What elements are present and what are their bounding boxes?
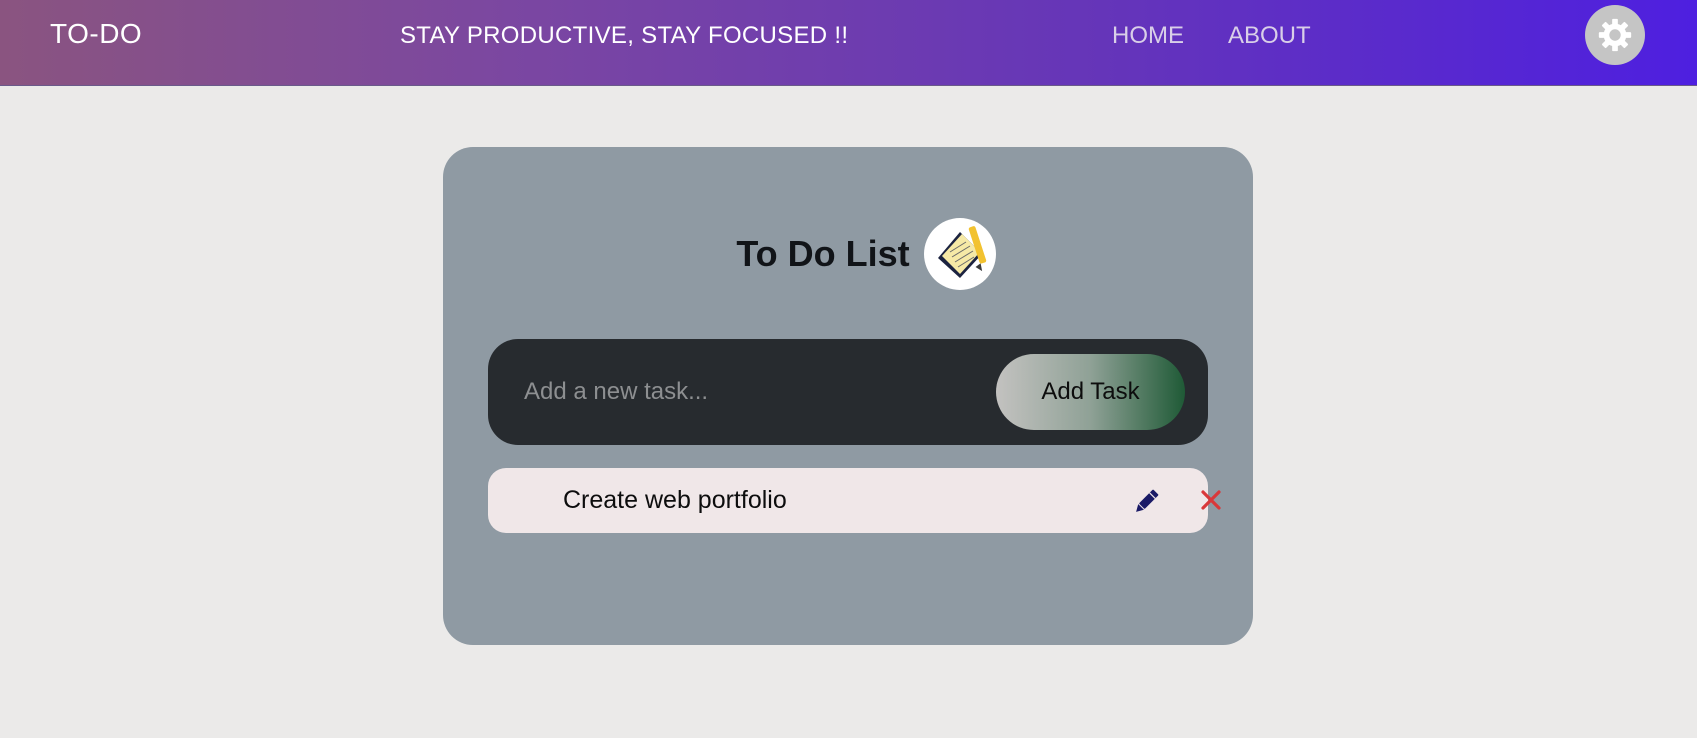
- page-title: To Do List: [736, 233, 910, 274]
- notepad-pencil-icon: [923, 218, 996, 290]
- navbar-slogan: STAY PRODUCTIVE, STAY FOCUSED !!: [400, 22, 849, 49]
- brand-logo[interactable]: TO-DO: [50, 18, 142, 50]
- navbar: TO-DO STAY PRODUCTIVE, STAY FOCUSED !! H…: [0, 0, 1697, 86]
- todo-card: To Do List Add Task Create web portfolio: [443, 147, 1253, 645]
- nav-link-home[interactable]: HOME: [1112, 22, 1184, 50]
- title-row: To Do List: [443, 217, 1253, 291]
- pencil-icon[interactable]: [1131, 487, 1161, 517]
- close-icon[interactable]: [1198, 487, 1224, 513]
- add-task-button[interactable]: Add Task: [996, 354, 1185, 430]
- new-task-bar: Add Task: [488, 339, 1208, 445]
- nav-link-about[interactable]: ABOUT: [1228, 22, 1311, 50]
- task-text: Create web portfolio: [563, 486, 787, 514]
- gear-icon: [1598, 18, 1632, 52]
- settings-button[interactable]: [1585, 5, 1645, 65]
- task-item[interactable]: Create web portfolio: [488, 468, 1221, 533]
- new-task-input[interactable]: [524, 369, 984, 415]
